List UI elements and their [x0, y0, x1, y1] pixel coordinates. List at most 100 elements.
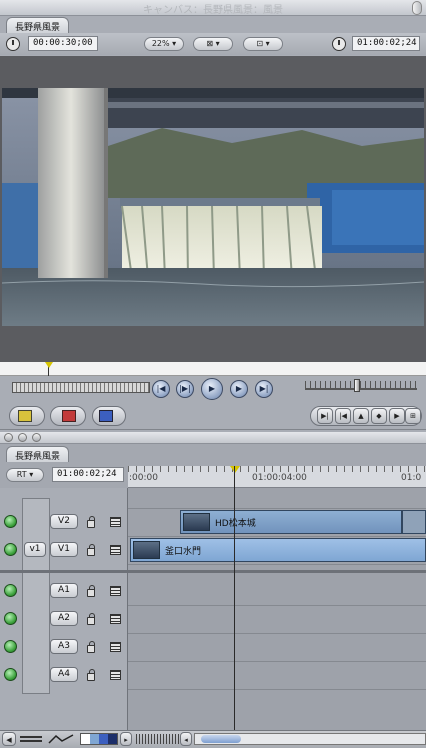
waterfall-dam-image [2, 88, 424, 326]
clip-v1[interactable]: 釜口水門 [130, 538, 426, 562]
a4-autoselect-icon[interactable] [110, 670, 121, 680]
play-around-button[interactable]: ▶ [230, 380, 248, 398]
overlay-popup[interactable]: ⊡ ▾ [243, 37, 283, 51]
overlay-icon [99, 410, 113, 422]
v1-visibility-toggle[interactable] [4, 543, 17, 556]
timeline-timecode[interactable]: 01:00:02;24 [52, 467, 124, 482]
track-size-selector[interactable] [80, 733, 118, 745]
match-frame-button[interactable]: ▶| [317, 408, 333, 424]
window-resize-knob[interactable] [412, 1, 422, 15]
timeline-playhead-line[interactable] [234, 466, 235, 740]
ruler-label-0: :00:00 [129, 473, 158, 483]
a3-autoselect-icon[interactable] [110, 642, 121, 652]
ruler-label-1: 01:00:04:00 [252, 473, 307, 483]
video-audio-divider[interactable] [0, 570, 128, 573]
previous-edit-button[interactable]: |◀ [152, 380, 170, 398]
marker-button-group: ▶| |◀ ▲ ◆ ▶ ⊞ [310, 406, 422, 426]
close-window-icon[interactable] [4, 433, 13, 442]
duration-clock-icon [6, 37, 20, 51]
rt-popup[interactable]: RT ▾ [6, 468, 44, 482]
current-time-clock-icon [332, 37, 346, 51]
canvas-edit-buttons: ▶| |◀ ▲ ◆ ▶ ⊞ [0, 402, 426, 430]
v1-source[interactable]: v1 [24, 542, 46, 557]
v1-lock-icon[interactable] [87, 544, 95, 556]
a3-destination[interactable]: A3 [50, 639, 78, 654]
play-button[interactable]: ▶ [201, 378, 223, 400]
jog-control[interactable] [305, 381, 417, 388]
scrollbar-thumb[interactable] [201, 735, 241, 743]
zoom-arrow-icon[interactable]: ◂ [180, 732, 192, 746]
v2-lock-icon[interactable] [87, 516, 95, 528]
track-separator [128, 508, 426, 509]
next-marker-button[interactable]: ▶ [389, 408, 405, 424]
canvas-titlebar[interactable]: キャンバス：長野県風景：風景 [0, 0, 426, 16]
a2-lock-icon[interactable] [87, 613, 95, 625]
a2-destination[interactable]: A2 [50, 611, 78, 626]
a4-audible-toggle[interactable] [4, 668, 17, 681]
timeline-playhead-icon[interactable] [230, 466, 240, 473]
shuttle-control[interactable] [12, 382, 150, 393]
jog-handle[interactable] [354, 379, 360, 392]
play-in-to-out-button[interactable]: |▶| [176, 380, 194, 398]
video-audio-divider-area [128, 570, 426, 573]
a4-destination[interactable]: A4 [50, 667, 78, 682]
a4-lock-icon[interactable] [87, 669, 95, 681]
overlay-edit-button[interactable] [92, 406, 126, 426]
clip-v2-tail[interactable] [402, 510, 426, 534]
clip-overlays-icon[interactable] [48, 733, 74, 745]
mark-in-button[interactable] [9, 406, 45, 426]
timeline-horizontal-scrollbar[interactable] [194, 733, 426, 745]
add-marker-button[interactable]: ▲ [353, 408, 369, 424]
video-viewer [0, 56, 426, 362]
clip-v2-thumbnail [183, 513, 210, 531]
track-headers: V2 v1 V1 A1 A2 A3 A4 [0, 488, 128, 740]
a2-audible-toggle[interactable] [4, 612, 17, 625]
timeline-titlebar[interactable] [0, 432, 426, 444]
track-separator [128, 661, 426, 662]
v1-destination[interactable]: V1 [50, 542, 78, 557]
add-keyframe-button[interactable]: ◆ [371, 408, 387, 424]
source-patch-column [22, 498, 50, 694]
a3-audible-toggle[interactable] [4, 640, 17, 653]
zoom-popup[interactable]: 22% ▾ [144, 37, 184, 51]
canvas-scrubber[interactable] [0, 362, 426, 376]
mark-out-button[interactable] [50, 406, 86, 426]
audio-waveform-icon[interactable]: ◀ [2, 732, 16, 746]
canvas-window: キャンバス：長野県風景：風景 長野県風景 00:00:30;00 22% ▾ ⊠… [0, 0, 426, 432]
crop-icon: ⊡ [256, 39, 264, 48]
a1-destination[interactable]: A1 [50, 583, 78, 598]
ruler-ticks [128, 466, 426, 472]
a2-autoselect-icon[interactable] [110, 614, 121, 624]
view-popup[interactable]: ⊠ ▾ [193, 37, 233, 51]
zoom-slider[interactable] [136, 734, 180, 744]
scroll-left-icon[interactable]: ▸ [120, 732, 132, 746]
timeline-sequence-tab[interactable]: 長野県風景 [6, 446, 70, 462]
v2-visibility-toggle[interactable] [4, 515, 17, 528]
timeline-ruler[interactable]: :00:00 01:00:04:00 01:0 [128, 466, 426, 488]
zoom-window-icon[interactable] [32, 433, 41, 442]
v2-autoselect-icon[interactable] [110, 517, 121, 527]
minimize-window-icon[interactable] [18, 433, 27, 442]
v2-destination[interactable]: V2 [50, 514, 78, 529]
export-frame-button[interactable]: ⊞ [405, 408, 421, 424]
a1-lock-icon[interactable] [87, 585, 95, 597]
timeline-tracks[interactable]: HD松本城 釜口水門 [128, 488, 426, 740]
timeline-footer: ◀ ▸ ◂ [0, 730, 426, 748]
zoom-value: 22% [151, 39, 170, 48]
current-timecode[interactable]: 01:00:02;24 [352, 36, 420, 51]
timeline-window: 長野県風景 RT ▾ 01:00:02;24 :00:00 01:00:04:0… [0, 432, 426, 748]
duration-timecode[interactable]: 00:00:30;00 [28, 36, 98, 51]
track-height-icon[interactable] [20, 736, 42, 742]
a3-lock-icon[interactable] [87, 641, 95, 653]
canvas-toolbar: 00:00:30;00 22% ▾ ⊠ ▾ ⊡ ▾ 01:00:02;24 [0, 33, 426, 55]
a1-autoselect-icon[interactable] [110, 586, 121, 596]
ruler-label-2: 01:0 [401, 473, 422, 483]
a1-audible-toggle[interactable] [4, 584, 17, 597]
canvas-sequence-tab[interactable]: 長野県風景 [6, 17, 70, 33]
clip-match-button[interactable]: |◀ [335, 408, 351, 424]
fit-icon: ⊠ [206, 39, 214, 48]
next-edit-button[interactable]: ▶| [255, 380, 273, 398]
clip-v2[interactable]: HD松本城 [180, 510, 402, 534]
v1-autoselect-icon[interactable] [110, 545, 121, 555]
mark-out-icon [62, 410, 76, 422]
